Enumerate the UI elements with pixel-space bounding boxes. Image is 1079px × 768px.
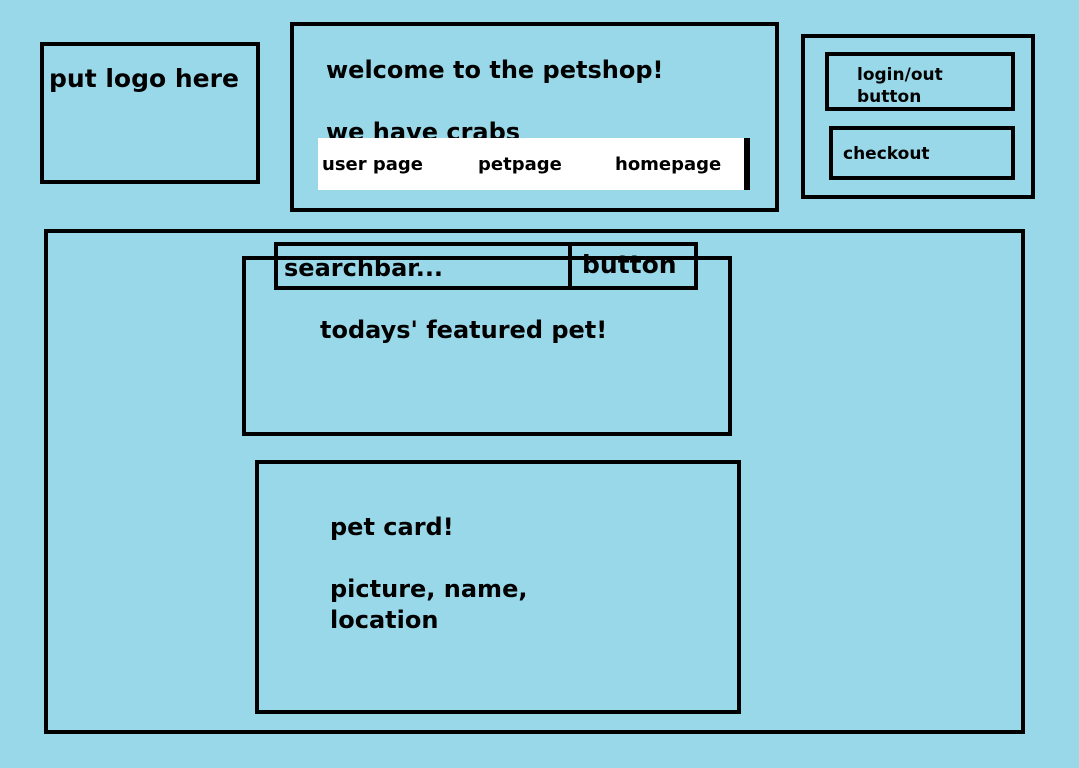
featured-pet-title: todays' featured pet!: [320, 316, 608, 344]
header-panel: welcome to the petshop! we have crabs us…: [290, 22, 779, 212]
login-logout-label: login/out button: [857, 65, 943, 107]
nav-bar: user page petpage homepage: [318, 138, 750, 190]
search-button[interactable]: button: [568, 242, 698, 290]
main-content: todays' featured pet! searchbar... butto…: [44, 229, 1025, 734]
search-button-label: button: [582, 250, 677, 279]
login-logout-button[interactable]: login/out button: [825, 52, 1015, 111]
search-placeholder: searchbar...: [284, 254, 444, 282]
checkout-label: checkout: [843, 144, 930, 164]
pet-card-title: pet card!: [330, 513, 454, 541]
search-input[interactable]: searchbar...: [274, 242, 572, 290]
logo-placeholder: put logo here: [40, 42, 260, 184]
nav-link-user-page[interactable]: user page: [322, 156, 423, 174]
logo-placeholder-text: put logo here: [49, 64, 239, 93]
pet-card[interactable]: pet card! picture, name, location: [255, 460, 741, 714]
nav-link-pet-page[interactable]: petpage: [478, 156, 562, 174]
nav-link-home-page[interactable]: homepage: [615, 156, 721, 174]
pet-card-details: picture, name, location: [330, 575, 528, 634]
checkout-button[interactable]: checkout: [829, 126, 1015, 180]
account-panel: login/out button checkout: [801, 34, 1035, 199]
welcome-heading: welcome to the petshop!: [326, 56, 664, 84]
